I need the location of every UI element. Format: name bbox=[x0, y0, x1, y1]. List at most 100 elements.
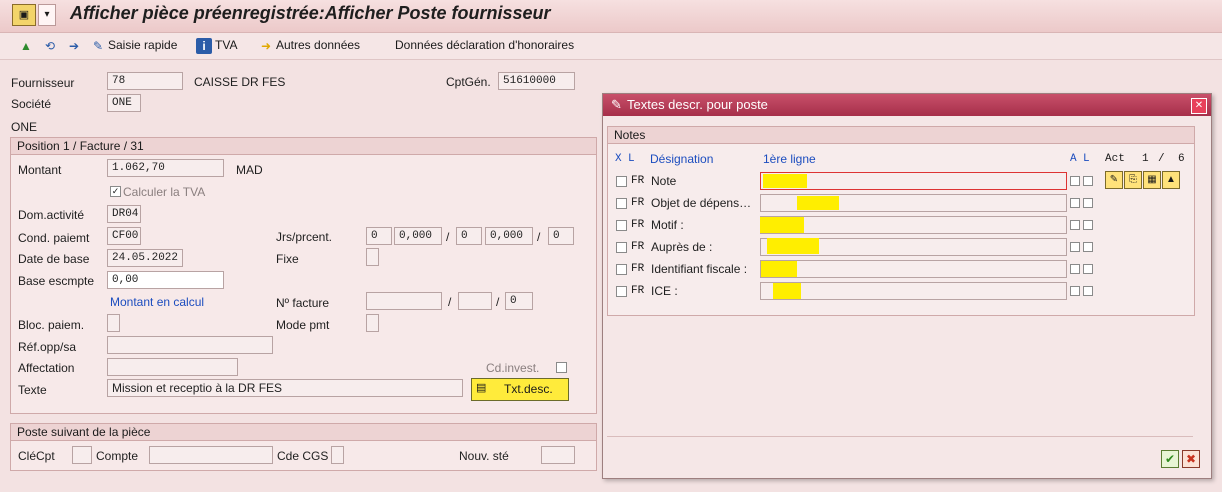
mode-pmt-field[interactable] bbox=[366, 314, 379, 332]
edit-text-button[interactable]: ✎ bbox=[1105, 171, 1123, 189]
jrs-percent-1[interactable]: 0,000 bbox=[394, 227, 442, 245]
table-view-button[interactable]: ▦ bbox=[1143, 171, 1161, 189]
col-designation: Désignation bbox=[650, 152, 714, 166]
no-facture-label: Nº facture bbox=[276, 296, 330, 310]
bloc-paiem-field[interactable] bbox=[107, 314, 120, 332]
cde-cgs-field[interactable] bbox=[331, 446, 344, 464]
edit-text-icon: ✎ bbox=[611, 97, 622, 112]
row-a-box[interactable] bbox=[1070, 264, 1080, 274]
confirm-button[interactable]: ✔ bbox=[1161, 450, 1179, 468]
jrs-days-1[interactable]: 0 bbox=[366, 227, 392, 245]
cancel-button[interactable]: ✖ bbox=[1182, 450, 1200, 468]
row-l-box[interactable] bbox=[1083, 286, 1093, 296]
no-facture-field-3[interactable]: 0 bbox=[505, 292, 533, 310]
identifiant-first-line-field[interactable] bbox=[760, 260, 1067, 278]
fournisseur-name: CAISSE DR FES bbox=[194, 75, 286, 89]
date-base-field[interactable]: 24.05.2022 bbox=[107, 249, 183, 267]
tva-button[interactable]: TVA bbox=[215, 38, 237, 52]
sap-menu-icon[interactable]: ▣ bbox=[12, 4, 36, 26]
base-escmpte-field[interactable]: 0,00 bbox=[107, 271, 224, 289]
poste-suivant-group: Poste suivant de la pièce bbox=[10, 423, 597, 471]
window-title: Afficher pièce préenregistrée:Afficher P… bbox=[70, 3, 551, 23]
row-designation: Note bbox=[651, 174, 677, 188]
row-a-box[interactable] bbox=[1070, 242, 1080, 252]
act-sep: / bbox=[1158, 153, 1165, 165]
dom-activite-label: Dom.activité bbox=[18, 208, 85, 222]
txt-desc-button[interactable]: ▤ Txt.desc. bbox=[471, 378, 569, 401]
saisie-rapide-button[interactable]: Saisie rapide bbox=[108, 38, 177, 52]
dialog-close-button[interactable]: ✕ bbox=[1191, 98, 1207, 114]
highlight-mark bbox=[763, 174, 807, 188]
jrs-days-3[interactable]: 0 bbox=[548, 227, 574, 245]
no-facture-slash-1: / bbox=[448, 295, 452, 309]
clecpt-label: CléCpt bbox=[18, 449, 55, 463]
compte-field[interactable] bbox=[149, 446, 273, 464]
row-checkbox[interactable] bbox=[616, 286, 627, 297]
arrow-right-icon[interactable]: ➜ bbox=[258, 38, 274, 54]
motif-first-line-field[interactable] bbox=[760, 216, 1067, 234]
autres-donnees-button[interactable]: Autres données bbox=[276, 38, 360, 52]
row-l-box[interactable] bbox=[1083, 198, 1093, 208]
txt-desc-label: Txt.desc. bbox=[504, 382, 553, 396]
row-a-box[interactable] bbox=[1070, 198, 1080, 208]
montant-calcul-link[interactable]: Montant en calcul bbox=[110, 295, 204, 309]
calculer-tva-checkbox[interactable]: ✓ bbox=[110, 186, 121, 197]
no-facture-field-1[interactable] bbox=[366, 292, 442, 310]
clecpt-field[interactable] bbox=[72, 446, 92, 464]
jrs-days-2[interactable]: 0 bbox=[456, 227, 482, 245]
jrs-percent-2[interactable]: 0,000 bbox=[485, 227, 533, 245]
cond-paiemt-label: Cond. paiemt bbox=[18, 231, 90, 245]
fournisseur-field[interactable]: 78 bbox=[107, 72, 183, 90]
dom-activite-field[interactable]: DR04 bbox=[107, 205, 141, 223]
position-group-title: Position 1 / Facture / 31 bbox=[11, 138, 596, 155]
row-checkbox[interactable] bbox=[616, 198, 627, 209]
col-l: L bbox=[628, 153, 635, 165]
highlight-mark bbox=[761, 261, 797, 277]
row-checkbox[interactable] bbox=[616, 242, 627, 253]
cd-invest-label: Cd.invest. bbox=[486, 361, 540, 375]
cptgen-label: CptGén. bbox=[446, 75, 491, 89]
info-icon[interactable]: i bbox=[196, 38, 212, 54]
cptgen-field[interactable]: 51610000 bbox=[498, 72, 575, 90]
row-l-box[interactable] bbox=[1083, 176, 1093, 186]
dialog-title-bar: ✎ Textes descr. pour poste bbox=[603, 94, 1211, 116]
row-lang: FR bbox=[631, 263, 645, 275]
cd-invest-checkbox[interactable] bbox=[556, 362, 567, 373]
societe-field[interactable]: ONE bbox=[107, 94, 141, 112]
mountain-button[interactable]: ▲ bbox=[1162, 171, 1180, 189]
notes-title: Notes bbox=[608, 127, 1194, 144]
highlight-mark bbox=[760, 217, 804, 233]
ref-field[interactable] bbox=[107, 336, 273, 354]
affectation-field[interactable] bbox=[107, 358, 238, 376]
row-checkbox[interactable] bbox=[616, 220, 627, 231]
row-designation: ICE : bbox=[651, 284, 678, 298]
texte-field[interactable]: Mission et receptio à la DR FES bbox=[107, 379, 463, 397]
ice-first-line-field[interactable] bbox=[760, 282, 1067, 300]
row-a-box[interactable] bbox=[1070, 176, 1080, 186]
cond-paiemt-field[interactable]: CF00 bbox=[107, 227, 141, 245]
row-a-box[interactable] bbox=[1070, 286, 1080, 296]
row-a-box[interactable] bbox=[1070, 220, 1080, 230]
row-checkbox[interactable] bbox=[616, 176, 627, 187]
fixe-field[interactable] bbox=[366, 248, 379, 266]
row-l-box[interactable] bbox=[1083, 264, 1093, 274]
row-l-box[interactable] bbox=[1083, 242, 1093, 252]
refresh-icon[interactable]: ⟲ bbox=[42, 38, 58, 54]
nouv-ste-field[interactable] bbox=[541, 446, 575, 464]
declaration-honoraires-button[interactable]: Données déclaration d'honoraires bbox=[395, 38, 574, 52]
col-l2: L bbox=[1083, 153, 1090, 165]
act-value: 1 bbox=[1142, 153, 1149, 165]
societe-label: Société bbox=[11, 97, 52, 111]
quick-entry-icon[interactable]: ✎ bbox=[90, 38, 106, 54]
row-checkbox[interactable] bbox=[616, 264, 627, 275]
document-arrow-icon[interactable]: ➔ bbox=[66, 38, 82, 54]
window-menu-icon[interactable]: ▾ bbox=[38, 4, 56, 26]
mountain-icon[interactable]: ▲ bbox=[18, 38, 34, 54]
ref-label: Réf.opp/sa bbox=[18, 340, 77, 354]
row-l-box[interactable] bbox=[1083, 220, 1093, 230]
copy-text-button[interactable]: ⎘ bbox=[1124, 171, 1142, 189]
row-lang: FR bbox=[631, 219, 645, 231]
societe-text: ONE bbox=[11, 120, 38, 134]
no-facture-field-2[interactable] bbox=[458, 292, 492, 310]
montant-field[interactable]: 1.062,70 bbox=[107, 159, 224, 177]
